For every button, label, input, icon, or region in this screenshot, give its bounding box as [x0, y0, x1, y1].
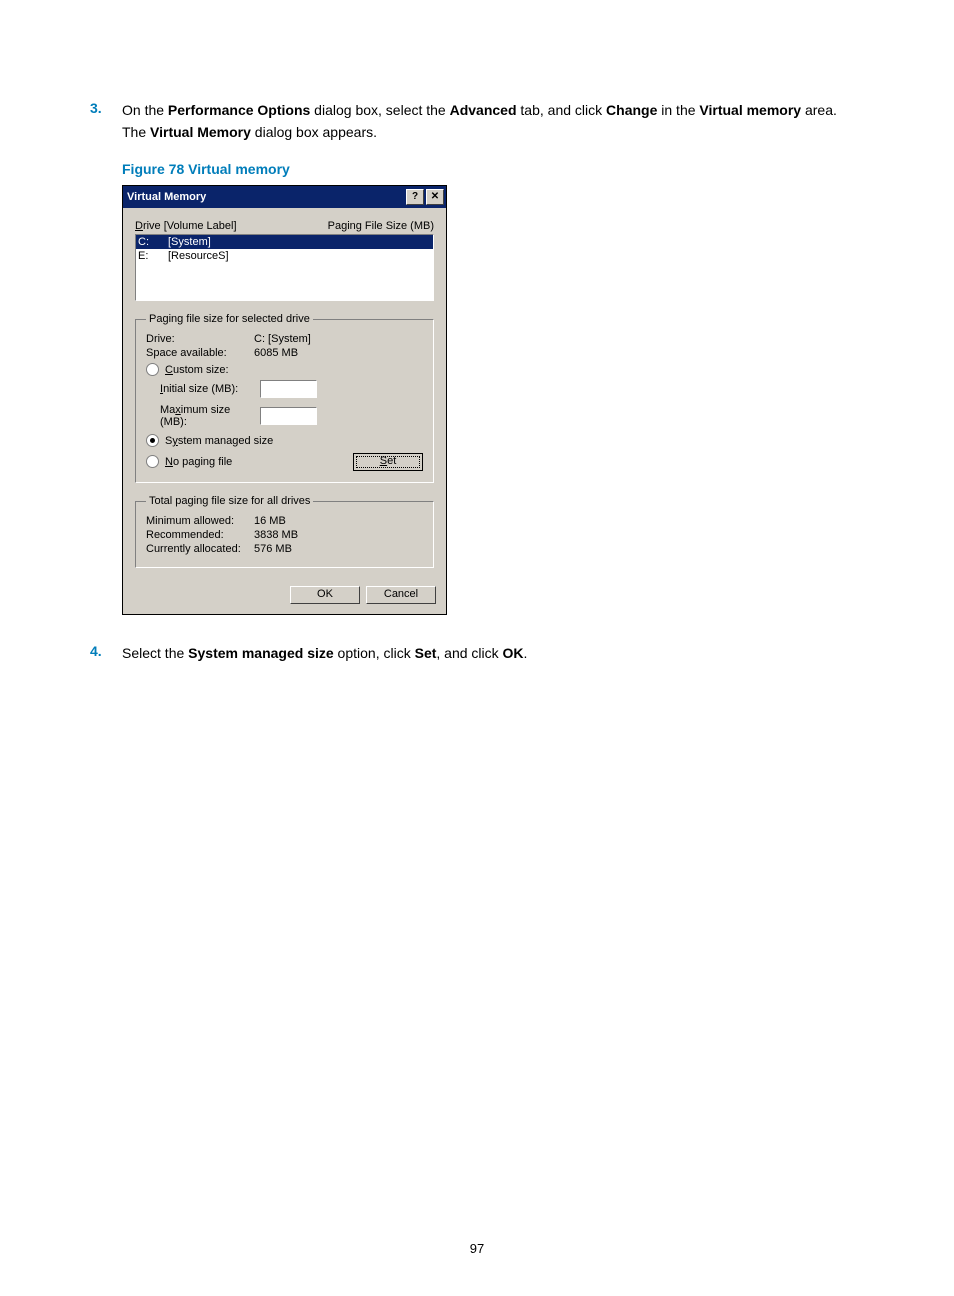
text: stem managed size [178, 435, 273, 447]
label: Space available: [146, 347, 254, 359]
label: Minimum allowed: [146, 515, 254, 527]
titlebar[interactable]: Virtual Memory ? ✕ [123, 186, 446, 208]
step-4-text: Select the System managed size option, c… [122, 643, 864, 665]
cancel-button[interactable]: Cancel [366, 586, 436, 604]
text: Select the [122, 645, 188, 661]
text: C [165, 364, 173, 376]
text: On the [122, 102, 168, 118]
text: o paging file [173, 456, 232, 468]
initial-size-row: Initial size (MB): [160, 380, 423, 398]
group-legend: Paging file size for selected drive [146, 313, 313, 325]
text: tab, and click [517, 102, 607, 118]
virtual-memory-dialog: Virtual Memory ? ✕ Drive [Volume Label] … [122, 185, 447, 615]
value: C: [System] [254, 333, 311, 345]
volume-label: [System] [168, 235, 431, 249]
option-no-paging[interactable]: No paging file [146, 455, 353, 468]
kv-rec: Recommended: 3838 MB [146, 529, 423, 541]
dialog-body: Drive [Volume Label] Paging File Size (M… [123, 208, 446, 576]
kv-min: Minimum allowed: 16 MB [146, 515, 423, 527]
text: Paging File Size (MB) [328, 220, 434, 232]
text-bold: Set [415, 645, 437, 661]
kv-drive: Drive: C: [System] [146, 333, 423, 345]
text: Ma [160, 404, 175, 416]
maximum-size-row: Maximum size (MB): [160, 404, 423, 428]
help-button[interactable]: ? [406, 189, 424, 205]
text-bold: System managed size [188, 645, 334, 661]
group-legend: Total paging file size for all drives [146, 495, 313, 507]
text: rive [Volume Label] [143, 220, 237, 232]
selected-drive-group: Paging file size for selected drive Driv… [135, 313, 434, 483]
drive-list[interactable]: C: [System] E: [ResourceS] [135, 234, 434, 301]
dialog-title: Virtual Memory [127, 191, 404, 203]
drive-letter: C: [138, 235, 168, 249]
page: 3. On the Performance Options dialog box… [0, 0, 954, 1296]
kv-space: Space available: 6085 MB [146, 347, 423, 359]
drive-letter: E: [138, 249, 168, 263]
total-group: Total paging file size for all drives Mi… [135, 495, 434, 568]
text: dialog box appears. [251, 124, 377, 140]
option-system-managed[interactable]: System managed size [146, 434, 423, 447]
value: 16 MB [254, 515, 286, 527]
ok-button[interactable]: OK [290, 586, 360, 604]
kv-cur: Currently allocated: 576 MB [146, 543, 423, 555]
text: et [387, 455, 396, 467]
drive-list-header: Drive [Volume Label] Paging File Size (M… [135, 220, 434, 232]
value: 6085 MB [254, 347, 298, 359]
set-button[interactable]: Set [353, 453, 423, 471]
maximum-size-input[interactable] [260, 407, 317, 425]
text-bold: Performance Options [168, 102, 310, 118]
text: S [380, 455, 387, 467]
dialog-button-row: OK Cancel [123, 576, 446, 614]
radio-icon [146, 363, 159, 376]
step-4: 4. Select the System managed size option… [90, 643, 864, 665]
text: N [165, 456, 173, 468]
label: Recommended: [146, 529, 254, 541]
drive-row-e[interactable]: E: [ResourceS] [136, 249, 433, 263]
text-bold: Advanced [450, 102, 517, 118]
volume-label: [ResourceS] [168, 249, 431, 263]
initial-size-input[interactable] [260, 380, 317, 398]
text: nitial size (MB): [163, 383, 238, 395]
figure-caption: Figure 78 Virtual memory [122, 161, 864, 177]
page-number: 97 [0, 1241, 954, 1256]
text-bold: Change [606, 102, 657, 118]
option-custom-size[interactable]: Custom size: [146, 363, 423, 376]
value: 576 MB [254, 543, 292, 555]
step-3: 3. On the Performance Options dialog box… [90, 100, 864, 615]
text-bold: Virtual memory [699, 102, 801, 118]
value: 3838 MB [254, 529, 298, 541]
close-button[interactable]: ✕ [426, 189, 444, 205]
label: Drive: [146, 333, 254, 345]
text: option, click [334, 645, 415, 661]
radio-icon [146, 434, 159, 447]
radio-icon [146, 455, 159, 468]
text-bold: OK [503, 645, 524, 661]
text: . [524, 645, 528, 661]
text: dialog box, select the [310, 102, 449, 118]
text: , and click [436, 645, 502, 661]
step-3-number: 3. [90, 100, 122, 116]
step-3-text: On the Performance Options dialog box, s… [122, 100, 864, 143]
text: D [135, 220, 143, 232]
text: in the [657, 102, 699, 118]
text: ustom size: [173, 364, 229, 376]
step-4-number: 4. [90, 643, 122, 659]
drive-row-c[interactable]: C: [System] [136, 235, 433, 249]
text-bold: Virtual Memory [150, 124, 251, 140]
label: Currently allocated: [146, 543, 254, 555]
